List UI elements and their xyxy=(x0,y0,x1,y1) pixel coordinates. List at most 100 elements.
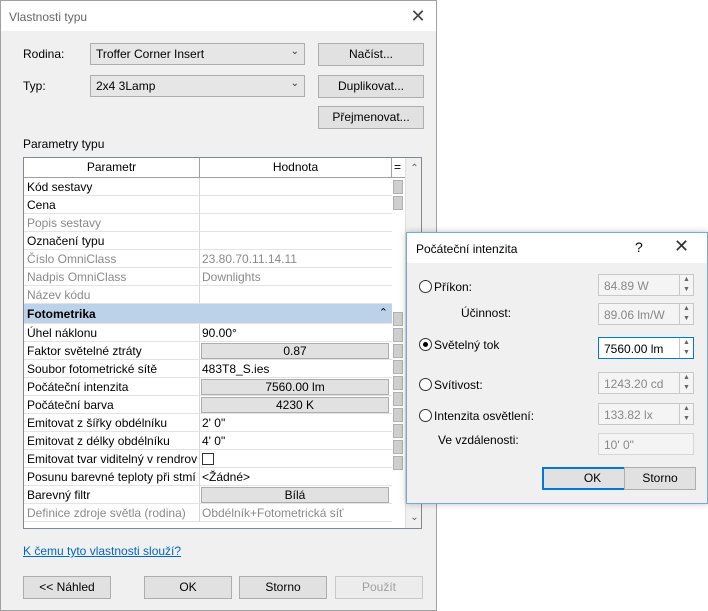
table-row[interactable]: Kód sestavy xyxy=(24,178,392,196)
type-properties-dialog: Vlastnosti typu ✕ Rodina: Troffer Corner… xyxy=(0,0,437,611)
apply-button[interactable]: Použít xyxy=(335,576,423,599)
wattage-value: 84.89 W xyxy=(604,279,649,293)
spin-arrows-icon[interactable]: ▲ ▼ xyxy=(679,275,693,295)
table-row[interactable]: Emitovat tvar viditelný v rendrov xyxy=(24,450,392,468)
section-header-photometrics[interactable]: Fotometrika ⌃ xyxy=(24,304,392,324)
parameter-grid: Parametr Hodnota = Kód sestavy Cena Popi… xyxy=(23,157,422,529)
table-row[interactable]: Počáteční barva 4230 K xyxy=(24,396,392,414)
dialog-title: Počáteční intenzita xyxy=(416,242,518,256)
luminous-flux-value[interactable]: 7560.00 lm xyxy=(604,342,663,356)
wattage-radio[interactable] xyxy=(419,280,432,293)
table-row[interactable]: Název kódu xyxy=(24,286,392,304)
grid-rows: Kód sestavy Cena Popis sestavy Označení … xyxy=(24,178,392,522)
ok-button[interactable]: OK xyxy=(144,576,232,599)
table-row[interactable]: Posunu barevné teploty při stmí <Žádné> xyxy=(24,468,392,486)
param-value-button[interactable]: 4230 K xyxy=(201,397,389,413)
formula-gutter xyxy=(392,178,404,528)
close-icon[interactable]: ✕ xyxy=(406,4,430,28)
type-parameters-label: Parametry typu xyxy=(23,137,105,151)
luminous-intensity-radio[interactable] xyxy=(419,378,432,391)
distance-field[interactable]: 10' 0" xyxy=(598,433,694,455)
column-parameter[interactable]: Parametr xyxy=(24,158,200,178)
title-bar: Vlastnosti typu ✕ xyxy=(1,1,436,31)
scroll-up-icon[interactable]: ⌃ xyxy=(406,160,421,177)
param-name: Počáteční intenzita xyxy=(27,380,129,394)
type-dropdown[interactable]: 2x4 3Lamp ⌄ xyxy=(90,75,305,97)
param-value-button[interactable]: Bílá xyxy=(201,487,389,503)
param-name: Barevný filtr xyxy=(27,488,91,502)
spin-arrows-icon[interactable]: ▲ ▼ xyxy=(679,304,693,324)
column-formula[interactable]: = xyxy=(392,158,403,178)
family-value: Troffer Corner Insert xyxy=(96,47,205,61)
param-name: Faktor světelné ztráty xyxy=(27,344,142,358)
title-bar: Počáteční intenzita ? ✕ xyxy=(407,233,707,263)
param-name: Emitovat z délky obdélníku xyxy=(27,434,170,448)
spin-arrows-icon[interactable]: ▲ ▼ xyxy=(679,373,693,393)
duplicate-button[interactable]: Duplikovat... xyxy=(318,75,424,98)
luminous-flux-radio[interactable] xyxy=(419,338,432,351)
family-dropdown[interactable]: Troffer Corner Insert ⌄ xyxy=(90,43,305,65)
luminous-intensity-stepper[interactable]: 1243.20 cd ▲ ▼ xyxy=(598,372,694,394)
param-value-button[interactable]: 7560.00 lm xyxy=(201,379,389,395)
spin-arrows-icon[interactable]: ▲ ▼ xyxy=(679,404,693,424)
section-title: Fotometrika xyxy=(27,307,96,321)
table-row[interactable]: Číslo OmniClass 23.80.70.11.14.11 xyxy=(24,250,392,268)
table-row[interactable]: Emitovat z délky obdélníku 4' 0" xyxy=(24,432,392,450)
spin-arrows-icon[interactable]: ▲ ▼ xyxy=(679,338,693,358)
table-row[interactable]: Počáteční intenzita 7560.00 lm xyxy=(24,378,392,396)
preview-button[interactable]: << Náhled xyxy=(23,576,111,599)
param-value[interactable]: 483T8_S.ies xyxy=(202,362,390,376)
table-row[interactable]: Označení typu xyxy=(24,232,392,250)
luminous-intensity-value: 1243.20 cd xyxy=(604,377,664,391)
efficacy-value: 89.06 lm/W xyxy=(604,308,665,322)
param-name: Počáteční barva xyxy=(27,398,114,412)
param-value[interactable]: <Žádné> xyxy=(202,470,390,484)
param-value-button[interactable]: 0.87 xyxy=(201,343,389,359)
luminous-flux-stepper[interactable]: 7560.00 lm ▲ ▼ xyxy=(598,337,694,359)
illuminance-stepper[interactable]: 133.82 lx ▲ ▼ xyxy=(598,403,694,425)
param-value: Obdélník+Fotometrická síť xyxy=(202,506,344,520)
table-row[interactable]: Emitovat z šířky obdélníku 2' 0" xyxy=(24,414,392,432)
table-row[interactable]: Barevný filtr Bílá xyxy=(24,486,392,504)
column-value[interactable]: Hodnota xyxy=(200,158,392,178)
wattage-stepper[interactable]: 84.89 W ▲ ▼ xyxy=(598,274,694,296)
table-row[interactable]: Soubor fotometrické sítě 483T8_S.ies xyxy=(24,360,392,378)
type-value: 2x4 3Lamp xyxy=(96,79,156,93)
param-name: Název kódu xyxy=(27,288,91,302)
param-name: Nadpis OmniClass xyxy=(27,270,127,284)
help-link[interactable]: K čemu tyto vlastnosti slouží? xyxy=(23,544,181,558)
cancel-button[interactable]: Storno xyxy=(239,576,327,599)
load-button[interactable]: Načíst... xyxy=(318,43,424,66)
collapse-icon[interactable]: ⌃ xyxy=(379,306,388,319)
param-name: Definice zdroje světla (rodina) xyxy=(27,506,186,520)
param-name: Emitovat tvar viditelný v rendrov xyxy=(27,452,198,466)
table-row[interactable]: Faktor světelné ztráty 0.87 xyxy=(24,342,392,360)
efficacy-stepper[interactable]: 89.06 lm/W ▲ ▼ xyxy=(598,303,694,325)
dialog-title: Vlastnosti typu xyxy=(9,10,88,24)
table-row[interactable]: Nadpis OmniClass Downlights xyxy=(24,268,392,286)
param-value: Downlights xyxy=(202,270,261,284)
cancel-button[interactable]: Storno xyxy=(624,467,696,490)
param-name: Posunu barevné teploty při stmí xyxy=(27,470,196,484)
wattage-label: Příkon: xyxy=(434,280,473,294)
close-icon[interactable]: ✕ xyxy=(674,236,689,257)
param-value[interactable]: 4' 0" xyxy=(202,434,390,448)
rename-button[interactable]: Přejmenovat... xyxy=(318,106,424,129)
efficacy-label: Účinnost: xyxy=(461,306,512,320)
param-value[interactable]: 90.00° xyxy=(202,326,390,340)
scroll-down-icon[interactable]: ⌄ xyxy=(406,509,421,526)
table-row[interactable]: Úhel náklonu 90.00° xyxy=(24,324,392,342)
table-row[interactable]: Definice zdroje světla (rodina) Obdélník+… xyxy=(24,504,392,522)
param-name: Cena xyxy=(27,198,56,212)
type-label: Typ: xyxy=(23,79,46,93)
illuminance-radio[interactable] xyxy=(419,409,432,422)
illuminance-label: Intenzita osvětlení: xyxy=(434,409,535,423)
luminous-flux-label: Světelný tok xyxy=(434,338,500,352)
param-name: Soubor fotometrické sítě xyxy=(27,362,158,376)
emit-shape-checkbox[interactable] xyxy=(202,453,214,465)
table-row[interactable]: Cena xyxy=(24,196,392,214)
table-row[interactable]: Popis sestavy xyxy=(24,214,392,232)
family-label: Rodina: xyxy=(23,47,65,61)
param-value[interactable]: 2' 0" xyxy=(202,416,390,430)
help-icon[interactable]: ? xyxy=(635,239,643,255)
